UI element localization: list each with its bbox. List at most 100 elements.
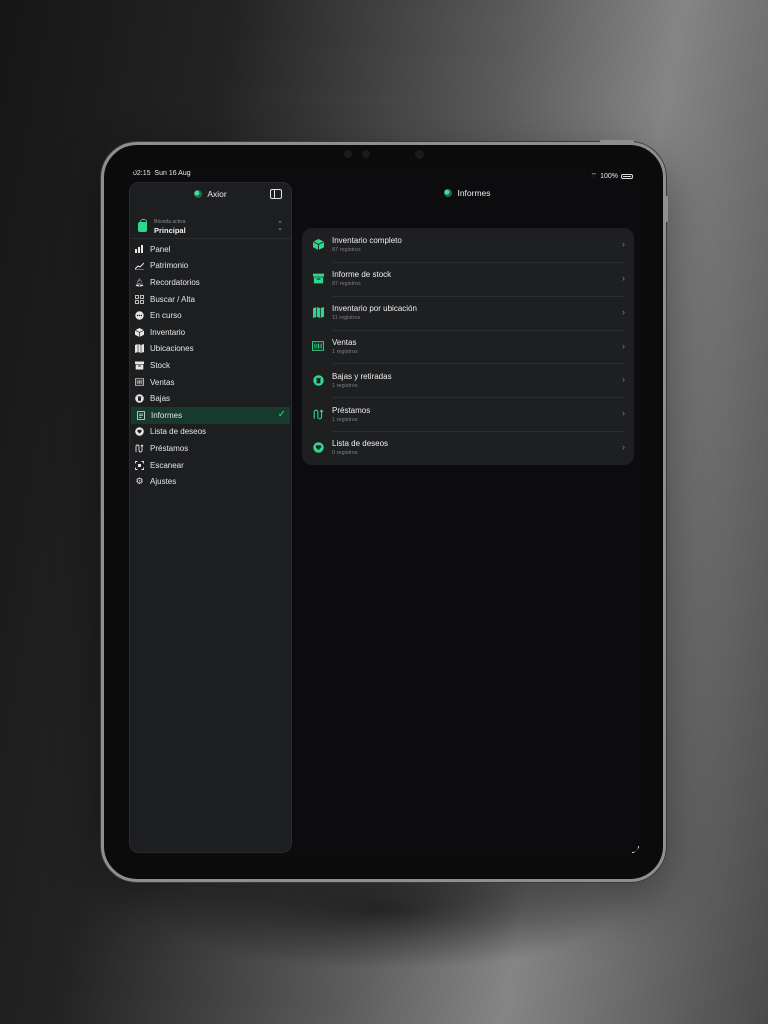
sidebar-item-en-curso[interactable]: En curso — [130, 307, 291, 324]
sidebar-item-patrimonio[interactable]: Patrimonio — [130, 258, 291, 275]
report-title: Bajas y retiradas — [332, 371, 392, 381]
sidebar-item-lista-de-deseos[interactable]: Lista de deseos — [130, 424, 291, 441]
report-title: Informe de stock — [332, 270, 392, 280]
in-progress-icon — [135, 311, 144, 320]
sidebar-item-buscar-alta[interactable]: Buscar / Alta — [130, 291, 291, 308]
status-indicators: ⌔ 100% — [590, 170, 633, 183]
report-text: Inventario por ubicación 11 registros — [332, 304, 417, 321]
lock-icon — [138, 218, 147, 232]
report-count: 87 registros — [332, 247, 361, 254]
map-icon — [312, 307, 324, 319]
report-text: Ventas 1 registros — [332, 338, 358, 355]
vault-name: Principal — [154, 225, 186, 235]
report-count: 87 registros — [332, 281, 361, 288]
battery-icon — [621, 174, 633, 179]
trash-icon — [135, 394, 144, 403]
power-button — [600, 140, 634, 143]
chevron-right-icon: › — [622, 306, 625, 317]
report-row-lista-de-deseos[interactable]: Lista de deseos 0 registros › — [302, 431, 634, 465]
report-title: Ventas — [332, 337, 357, 347]
sidebar-item-label: En curso — [150, 311, 182, 321]
sidebar-item-recordatorios[interactable]: 🔔︎ Recordatorios — [130, 274, 291, 291]
sidebar-item-stock[interactable]: Stock — [130, 357, 291, 374]
archive-icon — [312, 273, 324, 285]
sidebar-nav: Panel Patrimonio 🔔︎ Recordatorios Buscar… — [130, 241, 291, 490]
report-title: Inventario completo — [332, 236, 402, 246]
wifi-icon: ⌔ — [590, 173, 598, 180]
sidebar-toggle-icon[interactable] — [270, 189, 282, 199]
report-count: 1 registros — [332, 416, 358, 423]
sidebar-item-label: Ubicaciones — [150, 344, 194, 354]
sidebar-item-label: Stock — [150, 360, 171, 370]
line-chart-icon — [135, 261, 144, 270]
sidebar-item-label: Ajustes — [150, 477, 177, 487]
chevron-up-down-icon: ⌃ ⌄ — [277, 221, 283, 232]
sidebar-item-escanear[interactable]: Escanear — [130, 457, 291, 474]
chevron-right-icon: › — [622, 272, 625, 283]
report-row-informe-de-stock[interactable]: Informe de stock 87 registros › — [302, 261, 634, 296]
report-count: 1 registros — [332, 348, 358, 355]
archive-icon — [135, 361, 144, 370]
sidebar-item-label: Lista de deseos — [150, 427, 207, 437]
vault-selector[interactable]: Bóveda activa Principal ⌃ ⌄ — [130, 215, 291, 239]
chevron-right-icon: › — [622, 340, 625, 351]
front-sensor — [362, 150, 370, 158]
report-row-bajas-y-retiradas[interactable]: Bajas y retiradas 1 registros › — [302, 363, 634, 397]
box-icon — [135, 327, 144, 337]
grid-icon — [135, 294, 144, 304]
sidebar-item-prestamos[interactable]: Préstamos — [130, 440, 291, 457]
report-row-inventario-por-ubicacion[interactable]: Inventario por ubicación 11 registros › — [302, 295, 634, 330]
sidebar-item-label: Ventas — [150, 377, 175, 387]
map-icon — [135, 344, 144, 354]
report-text: Préstamos 1 registros — [332, 406, 370, 423]
checkmark-icon: ✓ — [277, 408, 286, 420]
report-count: 11 registros — [332, 315, 361, 322]
sidebar-item-label: Escanear — [150, 460, 184, 470]
loan-icon — [135, 444, 144, 453]
chevron-right-icon: › — [622, 442, 625, 453]
report-row-prestamos[interactable]: Préstamos 1 registros › — [302, 397, 634, 431]
sidebar-item-bajas[interactable]: Bajas — [130, 390, 291, 407]
sidebar-item-label: Panel — [150, 244, 171, 254]
sidebar-item-ubicaciones[interactable]: Ubicaciones — [130, 341, 291, 358]
trash-icon — [312, 374, 324, 386]
sidebar-item-label: Patrimonio — [150, 261, 189, 271]
app-logo-icon — [194, 190, 203, 198]
app-logo-icon — [444, 189, 453, 197]
barcode-icon — [135, 378, 144, 387]
vault-text: Bóveda activa Principal — [154, 219, 186, 235]
scan-icon — [135, 460, 144, 470]
bar-chart-icon — [135, 245, 144, 254]
sidebar-item-label: Recordatorios — [150, 277, 200, 287]
bell-icon: 🔔︎ — [134, 277, 145, 287]
sidebar-item-informes[interactable]: Informes ✓ — [131, 406, 290, 424]
sidebar-item-label: Inventario — [150, 327, 186, 337]
gear-icon: ⚙ — [135, 476, 144, 487]
sidebar-item-ventas[interactable]: Ventas — [130, 374, 291, 391]
vault-label: Bóveda activa — [154, 218, 186, 225]
front-camera — [344, 150, 352, 158]
sidebar: Axior Bóveda activa Principal ⌃ ⌄ Panel P… — [129, 182, 292, 853]
app-name: Axior — [207, 189, 227, 199]
sidebar-item-ajustes[interactable]: ⚙ Ajustes — [130, 473, 291, 490]
clock: 02:15 — [133, 170, 151, 177]
screen: 02:15 Sun 16 Aug ⌔ 100% Axior Bóveda act… — [125, 167, 643, 857]
report-title: Inventario por ubicación — [332, 304, 417, 314]
report-text: Inventario completo 87 registros — [332, 236, 402, 253]
report-title: Préstamos — [332, 405, 371, 415]
box-icon — [312, 239, 324, 251]
chevron-right-icon: › — [622, 408, 625, 419]
report-icon — [136, 410, 145, 420]
page-title-text: Informes — [457, 188, 491, 198]
loan-icon — [312, 408, 324, 420]
sidebar-header: Axior — [130, 183, 291, 205]
reports-list: Inventario completo 87 registros › Infor… — [302, 228, 634, 465]
heart-icon — [135, 427, 144, 437]
sidebar-item-label: Buscar / Alta — [150, 294, 195, 304]
report-row-inventario-completo[interactable]: Inventario completo 87 registros › — [302, 228, 634, 262]
report-row-ventas[interactable]: Ventas 1 registros › — [302, 329, 634, 364]
volume-button — [665, 196, 668, 222]
report-count: 0 registros — [332, 450, 358, 457]
sidebar-item-inventario[interactable]: Inventario — [130, 324, 291, 341]
sidebar-item-panel[interactable]: Panel — [130, 241, 291, 258]
